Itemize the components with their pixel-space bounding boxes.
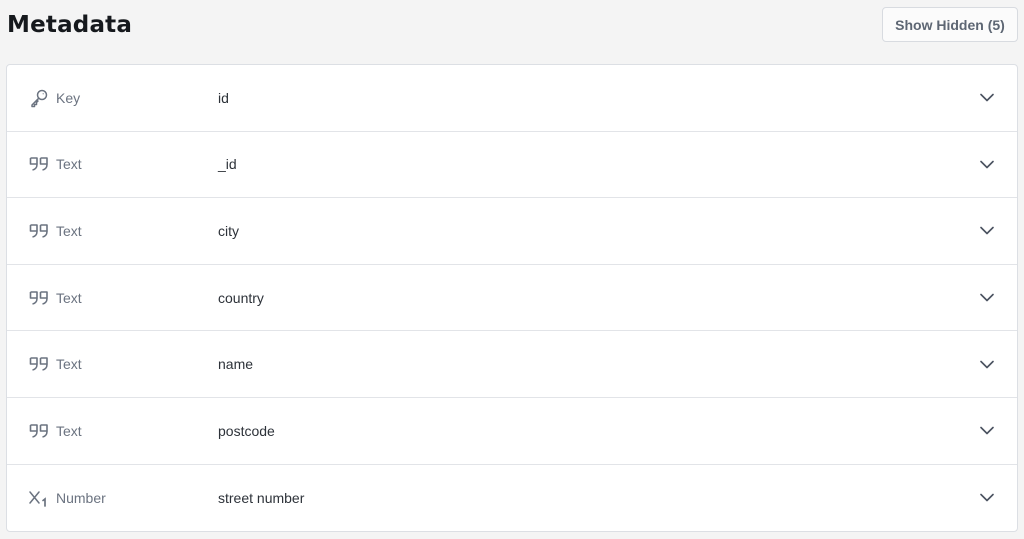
page-header: Metadata Show Hidden (5) (0, 0, 1024, 64)
field-name: id (218, 89, 229, 106)
quote-icon (28, 287, 50, 309)
fields-list: Key id Text _id Text city Text country T… (6, 64, 1018, 532)
number-icon (28, 487, 50, 509)
field-row[interactable]: Number street number (7, 465, 1017, 531)
quote-icon (28, 420, 50, 442)
field-name: country (218, 289, 264, 306)
key-icon (28, 87, 50, 109)
field-name: postcode (218, 422, 275, 439)
quote-icon (28, 153, 50, 175)
page-title: Metadata (7, 12, 133, 38)
field-name: street number (218, 489, 305, 506)
field-name: _id (218, 156, 237, 173)
chevron-down-icon[interactable] (979, 423, 995, 439)
field-type-label: Text (56, 422, 82, 439)
field-type-label: Number (56, 489, 106, 506)
field-row[interactable]: Text city (7, 198, 1017, 265)
show-hidden-button[interactable]: Show Hidden (5) (882, 7, 1018, 42)
quote-icon (28, 220, 50, 242)
field-type-label: Text (56, 289, 82, 306)
field-row[interactable]: Text name (7, 331, 1017, 398)
field-name: name (218, 356, 254, 373)
chevron-down-icon[interactable] (979, 490, 995, 506)
chevron-down-icon[interactable] (979, 156, 995, 172)
field-row[interactable]: Text country (7, 265, 1017, 332)
field-type-label: Text (56, 356, 82, 373)
field-row[interactable]: Text _id (7, 132, 1017, 199)
field-row[interactable]: Text postcode (7, 398, 1017, 465)
field-type-label: Key (56, 89, 81, 106)
chevron-down-icon[interactable] (979, 90, 995, 106)
quote-icon (28, 353, 50, 375)
chevron-down-icon[interactable] (979, 223, 995, 239)
chevron-down-icon[interactable] (979, 356, 995, 372)
chevron-down-icon[interactable] (979, 290, 995, 306)
field-type-label: Text (56, 222, 82, 239)
field-row[interactable]: Key id (7, 65, 1017, 132)
field-type-label: Text (56, 156, 82, 173)
field-name: city (218, 222, 239, 239)
